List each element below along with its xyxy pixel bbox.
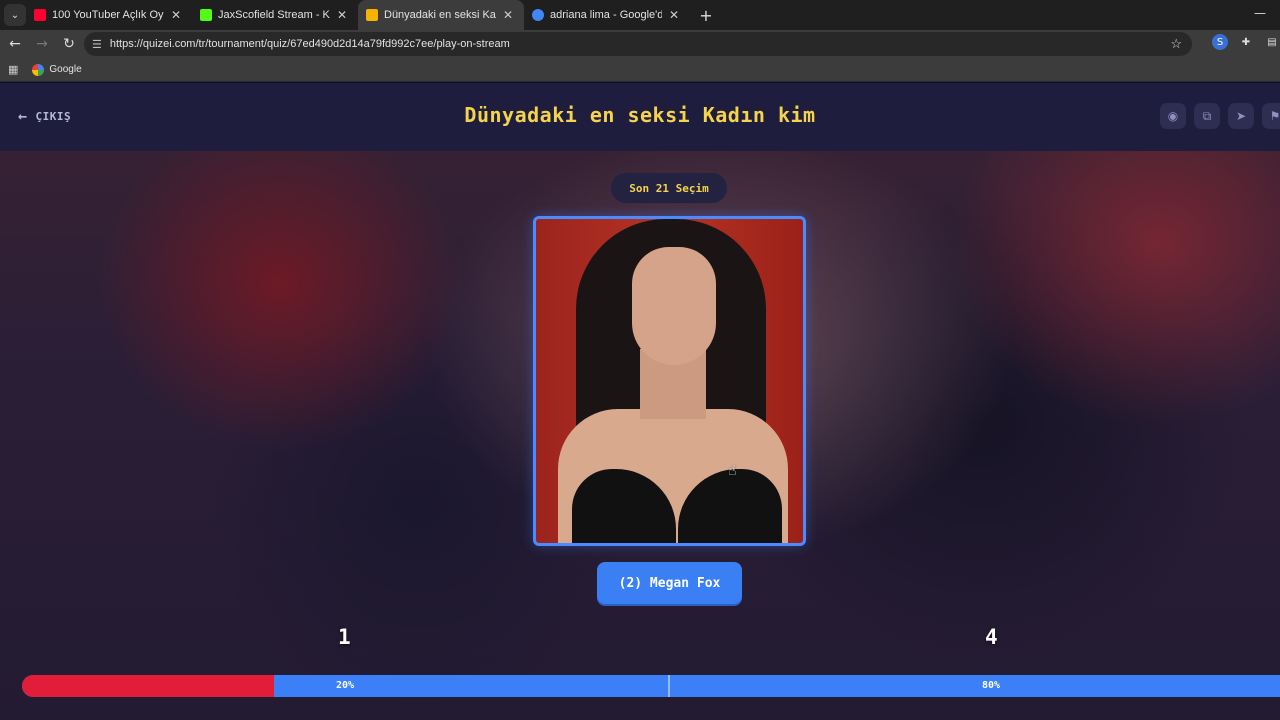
tab-close-icon[interactable]: ✕ — [168, 8, 184, 22]
share-icon[interactable]: ⧉ — [1194, 103, 1220, 129]
tab-2[interactable]: Dünyadaki en seksi Kadın kim ✕ — [358, 0, 524, 30]
new-tab-button[interactable]: + — [694, 6, 718, 25]
round-badge: Son 21 Seçim — [611, 173, 727, 203]
minimize-icon[interactable]: — — [1254, 6, 1266, 20]
quiz-page: ← ÇIKIŞ Dünyadaki en seksi Kadın kim ◉ ⧉… — [0, 83, 1280, 720]
youtube-favicon-icon — [34, 9, 46, 21]
extension-icon[interactable]: S — [1212, 34, 1228, 50]
extensions-area: S ✚ ▤ — [1212, 34, 1280, 50]
vote-divider — [668, 675, 670, 697]
tab-title: adriana lima - Google'da Ara — [550, 9, 662, 21]
bookmark-star-icon[interactable]: ☆ — [1170, 36, 1182, 52]
back-icon[interactable]: ← — [3, 32, 27, 56]
sidepanel-icon[interactable]: ▤ — [1264, 34, 1280, 50]
bookmark-google[interactable]: Google — [32, 63, 82, 76]
hand-cursor-icon: ☝ — [728, 463, 737, 479]
google-logo-icon — [32, 63, 45, 76]
site-info-icon[interactable]: ☰ — [92, 38, 102, 51]
bookmark-label: Google — [49, 64, 82, 75]
google-favicon-icon — [532, 9, 544, 21]
quiz-title: Dünyadaki en seksi Kadın kim — [464, 103, 816, 127]
vote-progress-bar: 20% 80% — [22, 675, 1280, 697]
flag-icon[interactable]: ⚑ — [1262, 103, 1280, 129]
tab-3[interactable]: adriana lima - Google'da Ara ✕ — [524, 0, 690, 30]
tab-close-icon[interactable]: ✕ — [500, 8, 516, 22]
left-score: 1 — [338, 625, 351, 649]
tab-search-button[interactable]: ⌄ — [4, 4, 26, 26]
reload-icon[interactable]: ↻ — [57, 32, 81, 56]
puzzle-icon[interactable]: ✚ — [1238, 34, 1254, 50]
quizei-favicon-icon — [366, 9, 378, 21]
browser-toolbar: ← → ↻ ☰ https://quizei.com/tr/tournament… — [0, 30, 1280, 58]
address-bar[interactable]: ☰ https://quizei.com/tr/tournament/quiz/… — [84, 32, 1192, 56]
header-actions: ◉ ⧉ ➤ ⚑ — [1160, 103, 1280, 129]
contestant-photo[interactable] — [533, 216, 806, 546]
forward-icon[interactable]: → — [30, 32, 54, 56]
vote-progress-left-fill — [22, 675, 274, 697]
right-score: 4 — [985, 625, 998, 649]
right-percent-label: 80% — [982, 680, 1001, 691]
eye-icon[interactable]: ◉ — [1160, 103, 1186, 129]
tab-close-icon[interactable]: ✕ — [334, 8, 350, 22]
bookmarks-bar: ▦ Google — [0, 58, 1280, 82]
url-text: https://quizei.com/tr/tournament/quiz/67… — [109, 38, 510, 50]
quiz-header: ← ÇIKIŞ Dünyadaki en seksi Kadın kim ◉ ⧉… — [0, 83, 1280, 151]
tab-1[interactable]: JaxScofield Stream - Kick Dash ✕ — [192, 0, 358, 30]
tab-0[interactable]: 100 YouTuber Açlık Oyunların ✕ — [26, 0, 192, 30]
tab-close-icon[interactable]: ✕ — [666, 8, 682, 22]
tab-title: JaxScofield Stream - Kick Dash — [218, 9, 330, 21]
kick-favicon-icon — [200, 9, 212, 21]
left-percent-label: 20% — [336, 680, 355, 691]
browser-tab-strip: ⌄ 100 YouTuber Açlık Oyunların ✕ JaxScof… — [0, 0, 1280, 30]
contestant-name-button[interactable]: (2) Megan Fox — [597, 562, 742, 604]
apps-grid-icon[interactable]: ▦ — [8, 63, 18, 76]
tab-title: Dünyadaki en seksi Kadın kim — [384, 9, 496, 21]
send-icon[interactable]: ➤ — [1228, 103, 1254, 129]
photo-face-shape — [632, 247, 716, 365]
tab-title: 100 YouTuber Açlık Oyunların — [52, 9, 164, 21]
